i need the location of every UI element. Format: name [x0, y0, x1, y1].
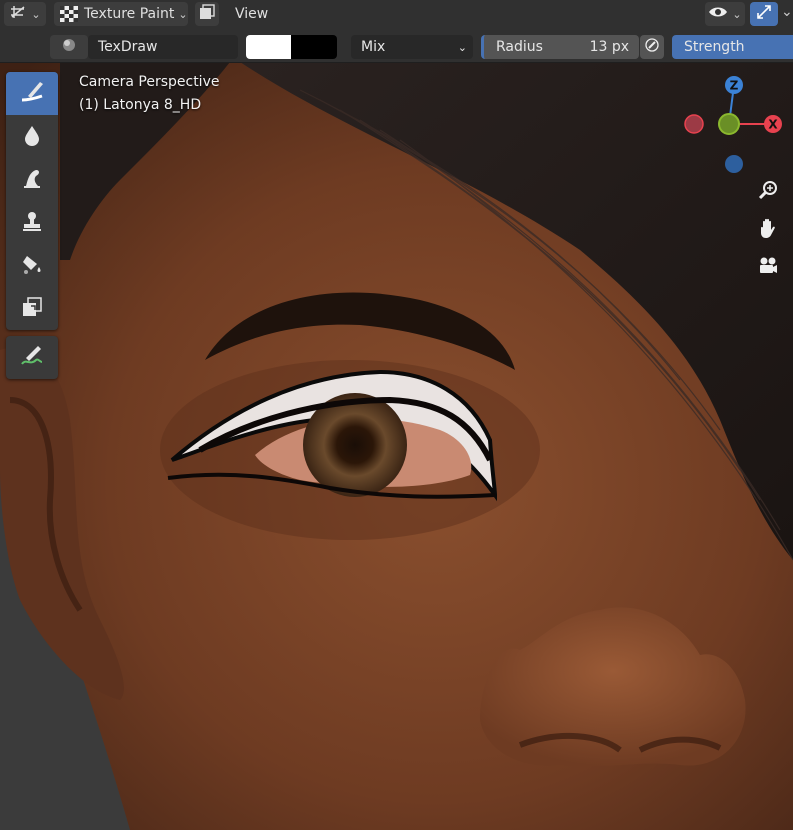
annotate-tool[interactable] — [6, 336, 58, 379]
z-axis-label: Z — [730, 79, 739, 93]
navigation-gizmo[interactable]: Z X — [676, 70, 786, 180]
soften-tool[interactable] — [6, 115, 58, 158]
visibility-dropdown[interactable]: ⌄ — [705, 2, 745, 26]
checker-icon — [60, 6, 78, 22]
3d-viewport[interactable] — [0, 62, 793, 830]
viewport-header: ⌄ Texture Paint ⌄ View ⌄ ⌄ — [0, 0, 793, 30]
strength-slider[interactable]: Strength — [672, 35, 793, 59]
mode-dropdown[interactable]: Texture Paint ⌄ — [54, 2, 188, 26]
blender-window: ⌄ Texture Paint ⌄ View ⌄ ⌄ TexDraw Mix ⌄… — [0, 0, 793, 830]
zoom-button[interactable] — [754, 178, 782, 206]
pen-pressure-toggle[interactable] — [640, 35, 664, 59]
brush-preview-icon — [62, 38, 76, 56]
chevron-down-icon: ⌄ — [31, 7, 41, 21]
smear-tool[interactable] — [6, 158, 58, 201]
strength-label: Strength — [684, 39, 745, 55]
stamp-icon — [20, 209, 44, 237]
camera-view-button[interactable] — [754, 254, 782, 282]
mode-label: Texture Paint — [84, 6, 175, 22]
tool-shelf — [6, 72, 58, 330]
gizmo-arrows-icon — [755, 3, 773, 25]
square-stack-icon — [199, 4, 215, 24]
radius-label: Radius — [496, 39, 543, 55]
draw-tool[interactable] — [6, 72, 58, 115]
brush-preview-button[interactable] — [50, 35, 88, 59]
pan-button[interactable] — [754, 216, 782, 244]
canvas-toggle-button[interactable] — [195, 2, 219, 26]
viewport-axes-icon — [9, 4, 27, 24]
view-name-label: Camera Perspective — [79, 74, 220, 90]
chevron-down-icon: ⌄ — [457, 40, 467, 54]
face-render — [0, 62, 793, 830]
paint-bucket-icon — [20, 252, 44, 280]
brush-name-field[interactable]: TexDraw — [88, 35, 238, 59]
brush-stroke-icon — [18, 78, 46, 110]
editor-type-button[interactable]: ⌄ — [4, 2, 46, 26]
clone-tool[interactable] — [6, 201, 58, 244]
primary-color-swatch[interactable] — [246, 35, 291, 59]
pen-pressure-icon — [644, 37, 660, 57]
hand-icon — [757, 217, 779, 243]
y-axis — [718, 113, 740, 135]
menu-view[interactable]: View — [235, 6, 268, 22]
neg-x-axis — [684, 114, 704, 134]
annotate-pen-icon — [18, 342, 46, 374]
chevron-down-icon[interactable]: ⌄ — [781, 4, 793, 20]
chevron-down-icon: ⌄ — [178, 7, 188, 21]
mask-icon — [20, 295, 44, 323]
x-axis-label: X — [768, 118, 778, 132]
blend-mode-dropdown[interactable]: Mix ⌄ — [351, 35, 473, 59]
neg-z-axis — [725, 155, 743, 173]
object-name-label: (1) Latonya 8_HD — [79, 97, 202, 113]
radius-slider[interactable]: Radius 13 px — [481, 35, 639, 59]
gizmo-toggle[interactable] — [750, 2, 778, 26]
mask-tool[interactable] — [6, 287, 58, 330]
camera-icon — [757, 255, 779, 281]
fill-tool[interactable] — [6, 244, 58, 287]
zoom-icon — [757, 179, 779, 205]
eye-icon — [708, 5, 728, 23]
smear-icon — [20, 166, 44, 194]
chevron-down-icon: ⌄ — [732, 7, 742, 21]
blend-mode-value: Mix — [361, 39, 386, 55]
radius-value: 13 px — [589, 39, 629, 55]
drop-icon — [20, 123, 44, 151]
secondary-color-swatch[interactable] — [291, 35, 337, 59]
